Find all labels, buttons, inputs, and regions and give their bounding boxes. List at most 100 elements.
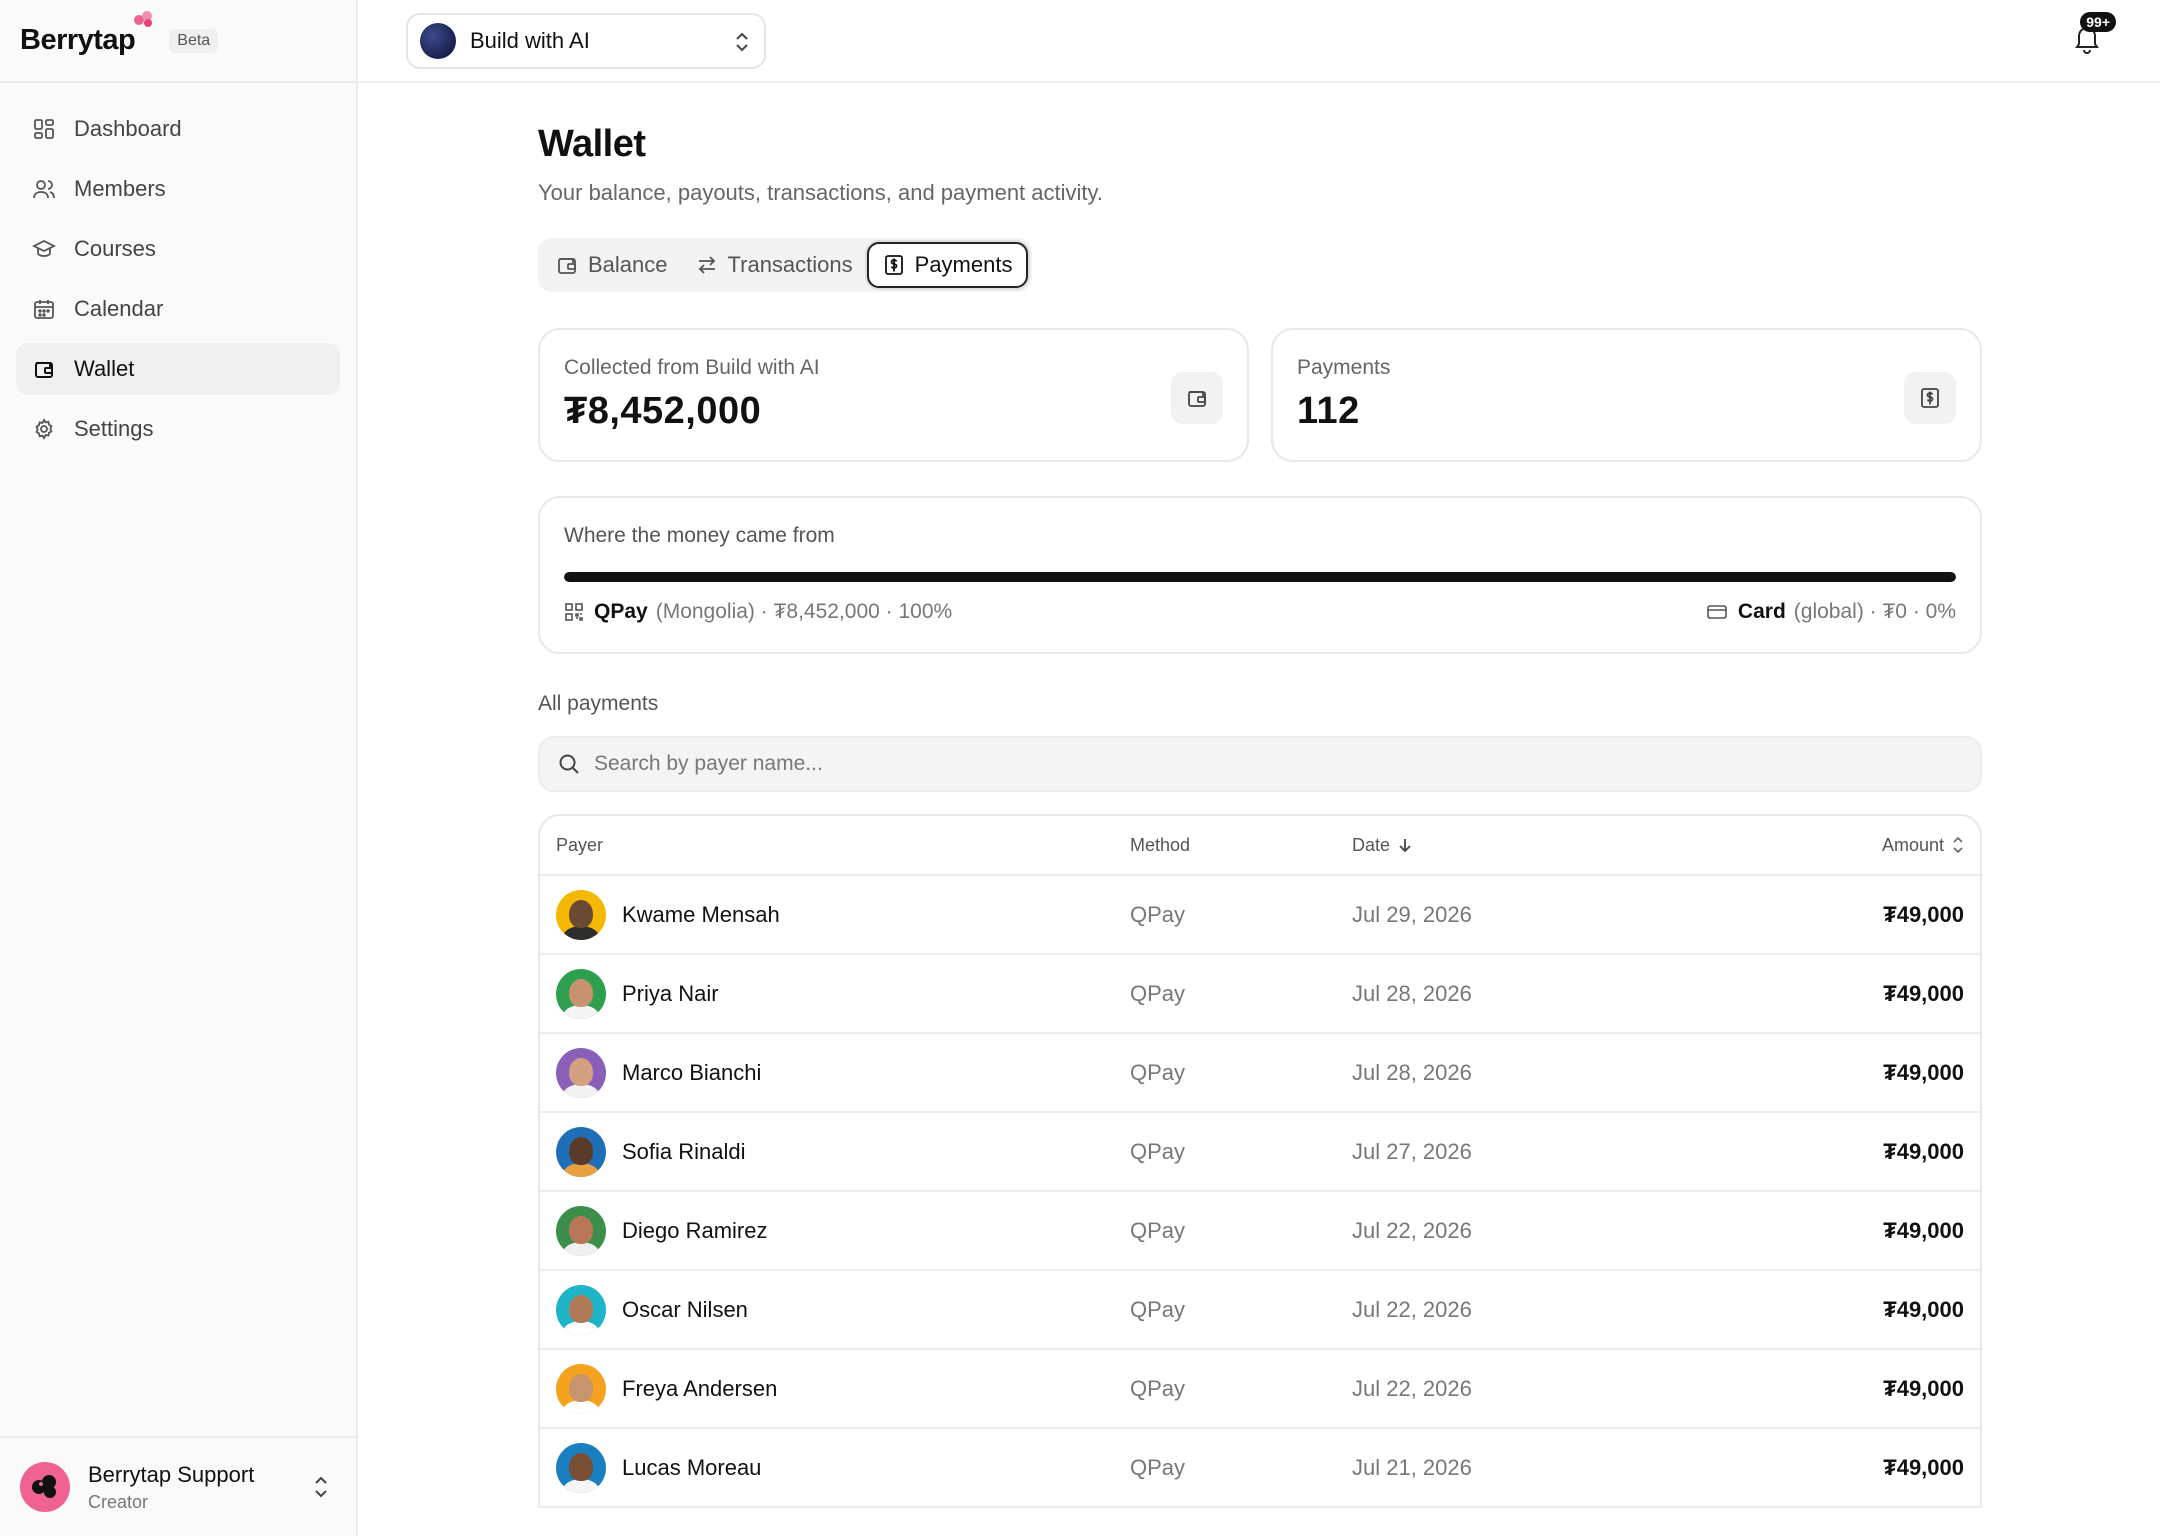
tab-label: Balance bbox=[588, 252, 668, 277]
payer-cell: Diego Ramirez bbox=[556, 1205, 768, 1256]
payer-cell: Oscar Nilsen bbox=[556, 1284, 748, 1335]
payer-cell: Lucas Moreau bbox=[556, 1442, 761, 1493]
amount-cell: ₮49,000 bbox=[1883, 980, 1964, 1006]
table-header: Payer Method Date Amount bbox=[540, 816, 1980, 876]
sidebar-item-members[interactable]: Members bbox=[16, 163, 340, 215]
amount-cell: ₮49,000 bbox=[1883, 1138, 1964, 1164]
payer-cell: Marco Bianchi bbox=[556, 1047, 762, 1098]
column-amount-label: Amount bbox=[1881, 834, 1944, 855]
wallet-icon bbox=[1171, 372, 1223, 424]
collected-value: ₮8,452,000 bbox=[564, 390, 762, 432]
payer-name: Kwame Mensah bbox=[622, 901, 780, 927]
sidebar-item-label: Members bbox=[74, 176, 166, 201]
payments-count-label: Payments bbox=[1297, 356, 1391, 379]
payments-table: Payer Method Date Amount Kwame Mensah QPa… bbox=[538, 814, 1982, 1508]
search-input[interactable] bbox=[594, 752, 1894, 776]
tab-payments[interactable]: Payments bbox=[866, 242, 1029, 288]
top-bar: Build with AI 99+ bbox=[358, 0, 2160, 83]
table-row[interactable]: Sofia Rinaldi QPay Jul 27, 2026 ₮49,000 bbox=[540, 1113, 1980, 1192]
payer-search[interactable] bbox=[538, 736, 1982, 792]
date-cell: Jul 22, 2026 bbox=[1352, 1296, 1472, 1322]
chevron-up-down-icon bbox=[736, 32, 748, 52]
avatar bbox=[556, 889, 606, 940]
column-amount[interactable]: Amount bbox=[1882, 835, 1964, 856]
sources-label: Where the money came from bbox=[564, 524, 835, 547]
avatar bbox=[556, 1284, 606, 1335]
method-cell: QPay bbox=[1130, 980, 1186, 1006]
date-cell: Jul 22, 2026 bbox=[1352, 1375, 1472, 1401]
all-payments-heading: All payments bbox=[538, 692, 659, 715]
source-qpay-detail: (Mongolia) · ₮8,452,000 · 100% bbox=[655, 600, 953, 623]
workspace-switcher[interactable]: Build with AI bbox=[406, 13, 766, 69]
date-cell: Jul 28, 2026 bbox=[1352, 1059, 1472, 1085]
table-row[interactable]: Diego Ramirez QPay Jul 22, 2026 ₮49,000 bbox=[540, 1192, 1980, 1271]
table-row[interactable]: Marco Bianchi QPay Jul 28, 2026 ₮49,000 bbox=[540, 1034, 1980, 1113]
dollar-receipt-icon bbox=[1904, 372, 1956, 424]
credit-card-icon bbox=[1706, 603, 1728, 621]
table-row[interactable]: Lucas Moreau QPay Jul 21, 2026 ₮49,000 bbox=[540, 1429, 1980, 1508]
sidebar-item-wallet[interactable]: Wallet bbox=[16, 343, 340, 395]
date-cell: Jul 22, 2026 bbox=[1352, 1217, 1472, 1243]
payer-name: Diego Ramirez bbox=[622, 1217, 768, 1243]
user-name: Berrytap Support bbox=[88, 1461, 255, 1487]
method-cell: QPay bbox=[1130, 1138, 1186, 1164]
qpay-share-fill bbox=[564, 572, 1956, 582]
payer-cell: Sofia Rinaldi bbox=[556, 1126, 746, 1177]
date-cell: Jul 28, 2026 bbox=[1352, 980, 1472, 1006]
source-card-name: Card bbox=[1737, 600, 1786, 623]
sidebar-item-label: Wallet bbox=[74, 356, 135, 381]
notification-count-badge: 99+ bbox=[2080, 12, 2116, 32]
brand-logo[interactable]: Berrytap bbox=[20, 11, 153, 57]
sidebar-item-settings[interactable]: Settings bbox=[16, 403, 340, 455]
money-sources-card: Where the money came from QPay (Mongolia… bbox=[538, 496, 1982, 654]
tab-transactions[interactable]: Transactions bbox=[682, 242, 867, 288]
brand-header: Berrytap Beta bbox=[0, 0, 356, 83]
sidebar-nav: Dashboard Members Courses Calendar Walle… bbox=[0, 83, 356, 455]
amount-cell: ₮49,000 bbox=[1883, 1375, 1964, 1401]
berrytap-logo-icon bbox=[32, 1475, 56, 1498]
stats-cards: Collected from Build with AI ₮8,452,000 … bbox=[538, 328, 1982, 462]
column-date-label: Date bbox=[1352, 834, 1391, 855]
table-row[interactable]: Kwame Mensah QPay Jul 29, 2026 ₮49,000 bbox=[540, 876, 1980, 955]
source-qpay-name: QPay bbox=[594, 600, 648, 623]
amount-cell: ₮49,000 bbox=[1883, 1059, 1964, 1085]
date-cell: Jul 27, 2026 bbox=[1352, 1138, 1472, 1164]
payer-name: Oscar Nilsen bbox=[622, 1296, 748, 1322]
graduation-cap-icon bbox=[32, 237, 56, 261]
search-icon bbox=[559, 754, 579, 774]
arrow-down-icon bbox=[1398, 837, 1412, 853]
members-icon bbox=[32, 177, 56, 201]
column-date[interactable]: Date bbox=[1352, 835, 1412, 856]
payer-name: Marco Bianchi bbox=[622, 1059, 762, 1085]
sidebar-item-calendar[interactable]: Calendar bbox=[16, 283, 340, 335]
payer-cell: Priya Nair bbox=[556, 968, 719, 1019]
method-cell: QPay bbox=[1130, 901, 1186, 927]
table-row[interactable]: Freya Andersen QPay Jul 22, 2026 ₮49,000 bbox=[540, 1350, 1980, 1429]
payer-name: Sofia Rinaldi bbox=[622, 1138, 746, 1164]
date-cell: Jul 29, 2026 bbox=[1352, 901, 1472, 927]
tab-label: Payments bbox=[914, 252, 1013, 277]
table-row[interactable]: Oscar Nilsen QPay Jul 22, 2026 ₮49,000 bbox=[540, 1271, 1980, 1350]
wallet-tabs: Balance Transactions Payments bbox=[538, 238, 1033, 292]
sidebar-item-dashboard[interactable]: Dashboard bbox=[16, 103, 340, 155]
collected-label: Collected from Build with AI bbox=[564, 356, 820, 379]
payer-name: Priya Nair bbox=[622, 980, 719, 1006]
payments-count-card: Payments 112 bbox=[1271, 328, 1982, 462]
sidebar-item-label: Settings bbox=[74, 416, 154, 441]
avatar bbox=[556, 1126, 606, 1177]
sidebar: Berrytap Beta Dashboard Members Courses bbox=[0, 0, 358, 1536]
payer-cell: Freya Andersen bbox=[556, 1363, 777, 1414]
avatar bbox=[556, 1205, 606, 1256]
avatar bbox=[556, 1442, 606, 1493]
dashboard-icon bbox=[32, 117, 56, 141]
collected-card: Collected from Build with AI ₮8,452,000 bbox=[538, 328, 1249, 462]
sidebar-item-courses[interactable]: Courses bbox=[16, 223, 340, 275]
source-card-detail: (global) · ₮0 · 0% bbox=[1793, 600, 1956, 623]
tab-balance[interactable]: Balance bbox=[542, 242, 682, 288]
beta-badge: Beta bbox=[169, 28, 219, 53]
amount-cell: ₮49,000 bbox=[1883, 1217, 1964, 1243]
table-row[interactable]: Priya Nair QPay Jul 28, 2026 ₮49,000 bbox=[540, 955, 1980, 1034]
page-subtitle: Your balance, payouts, transactions, and… bbox=[538, 180, 1103, 205]
workspace-avatar bbox=[420, 23, 456, 59]
user-menu[interactable]: Berrytap Support Creator bbox=[0, 1436, 356, 1536]
